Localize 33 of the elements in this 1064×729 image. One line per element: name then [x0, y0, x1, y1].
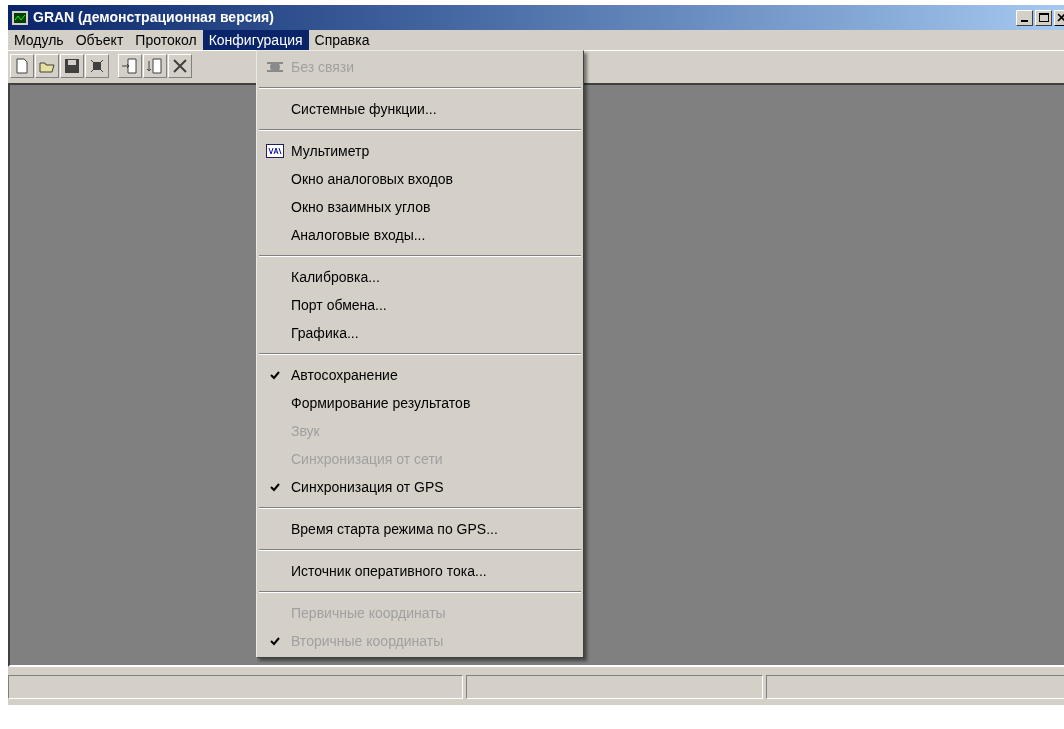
export-document-icon — [146, 56, 164, 75]
multimeter-icon — [266, 144, 284, 158]
dropdown-item[interactable]: Синхронизация от GPS — [257, 473, 583, 501]
window-title: GRAN (демонстрационная версия) — [33, 8, 274, 27]
close-icon — [1056, 13, 1064, 22]
app-chart-icon — [12, 10, 28, 25]
dropdown-item[interactable]: Системные функции... — [257, 95, 583, 123]
menu-item[interactable]: Протокол — [129, 30, 203, 50]
menu-item[interactable]: Объект — [69, 30, 130, 50]
dropdown-item[interactable]: Мультиметр — [257, 137, 583, 165]
toolbar-button[interactable] — [60, 53, 84, 78]
dropdown-item[interactable]: Автосохранение — [257, 361, 583, 389]
new-document-icon — [13, 56, 31, 75]
minimize-button[interactable] — [1016, 9, 1033, 26]
maximize-icon — [1038, 13, 1049, 22]
toolbar-button[interactable] — [85, 53, 109, 78]
minimize-icon — [1021, 19, 1028, 22]
toolbar-button[interactable] — [168, 53, 192, 78]
dropdown-item[interactable]: Время старта режима по GPS... — [257, 515, 583, 543]
dropdown-item[interactable]: Источник оперативного тока... — [257, 557, 583, 585]
close-button[interactable] — [1054, 9, 1064, 26]
menu-item[interactable]: Конфигурация — [202, 30, 309, 50]
menu-item[interactable]: Справка — [308, 30, 376, 50]
dropdown-item[interactable]: Калибровка... — [257, 263, 583, 291]
maximize-button[interactable] — [1035, 9, 1052, 26]
dropdown-item[interactable]: Формирование результатов — [257, 389, 583, 417]
import-document-icon — [121, 56, 139, 75]
dropdown-item[interactable]: Графика... — [257, 319, 583, 347]
dropdown-item[interactable]: Аналоговые входы... — [257, 221, 583, 249]
menu-item[interactable]: Модуль — [8, 30, 70, 50]
dropdown-item[interactable]: Порт обмена... — [257, 291, 583, 319]
dropdown-item[interactable]: Окно аналоговых входов — [257, 165, 583, 193]
dropdown-item[interactable]: Окно взаимных углов — [257, 193, 583, 221]
